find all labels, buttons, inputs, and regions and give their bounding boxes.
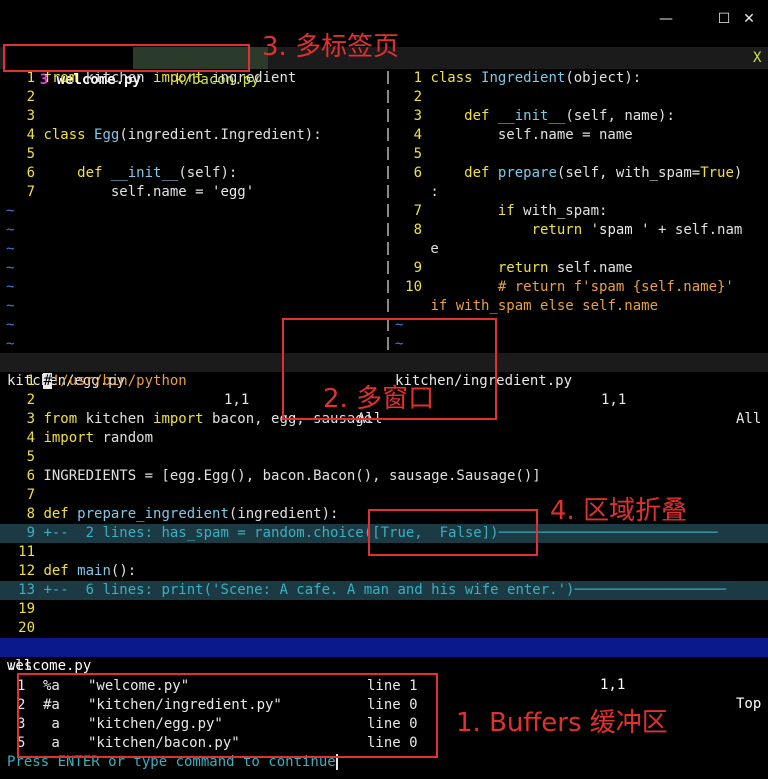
code-line: 6 def __init__(self):	[26, 165, 238, 181]
code-line-wrap: if with_spam else self.name	[430, 298, 659, 314]
annotation-windows-label: 2. 多窗口	[323, 384, 435, 414]
code-line: 12 def main():	[18, 563, 137, 579]
code-line: 4 class Egg(ingredient.Ingredient):	[26, 127, 322, 143]
code-line: 1 #!/usr/bin/python	[26, 373, 187, 389]
annotation-fold-label: 4. 区域折叠	[550, 496, 688, 526]
code-line: 10 # return f'spam {self.name}'	[405, 279, 734, 295]
code-line: 20	[18, 620, 35, 636]
code-line: 8 def prepare_ingredient(ingredient):	[26, 506, 339, 522]
annotation-box-tabs	[3, 44, 250, 72]
code-line: 2	[413, 89, 422, 105]
minimize-button[interactable]: —	[656, 9, 676, 29]
window-left[interactable]: 1 from kitchen import ingredient 2 3 4 c…	[0, 69, 385, 354]
code-line: 7 self.name = 'egg'	[26, 184, 255, 200]
code-line-wrap: :	[422, 184, 439, 200]
code-line: 7	[26, 487, 35, 503]
status-line-bottom[interactable]: welcome.py 1,1 Top	[0, 638, 768, 712]
code-line: 1 class Ingredient(object):	[413, 70, 642, 86]
code-line: 19	[18, 601, 35, 617]
code-line: 7 if with_spam:	[413, 203, 608, 219]
annotation-tabs-label: 3. 多标签页	[262, 32, 400, 62]
tab-close-button[interactable]: X	[753, 47, 761, 69]
code-line: 3 def __init__(self, name):	[413, 108, 675, 124]
close-window-button[interactable]: ✕	[739, 9, 759, 29]
code-line: 9 return self.name	[413, 260, 633, 276]
code-line: 6 def prepare(self, with_spam=True)	[413, 165, 743, 181]
code-line: 6 INGREDIENTS = [egg.Egg(), bacon.Bacon(…	[26, 468, 541, 484]
code-line: 2	[26, 392, 35, 408]
fold-line[interactable]: 13 +-- 6 lines: print('Scene: A cafe. A …	[0, 581, 768, 600]
code-line: 4 import random	[26, 430, 154, 446]
code-line: 3	[26, 108, 35, 124]
code-line: 4 self.name = name	[413, 127, 633, 143]
code-line: 5	[26, 146, 35, 162]
annotation-box-buffers	[17, 673, 438, 758]
code-line: 2	[26, 89, 35, 105]
code-line-wrap: e	[422, 241, 439, 257]
window-right[interactable]: 1 class Ingredient(object): 2 3 def __in…	[391, 69, 768, 354]
code-line: 5	[26, 449, 35, 465]
annotation-box-fold	[368, 509, 538, 556]
code-line: 8 return 'spam ' + self.nam	[413, 222, 743, 238]
code-line: 11	[18, 544, 35, 560]
code-line: 5	[413, 146, 422, 162]
maximize-button[interactable]: ☐	[714, 9, 734, 29]
annotation-buffers-label: 1. Buffers 缓冲区	[456, 708, 668, 738]
